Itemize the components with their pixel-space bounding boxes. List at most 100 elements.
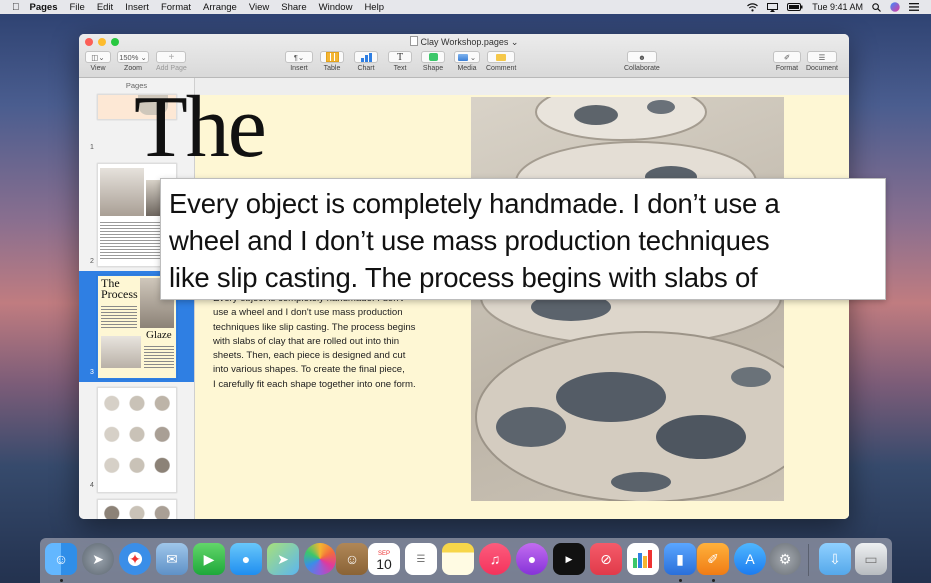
thumbnail-heading: The Process	[101, 277, 138, 300]
battery-icon[interactable]	[787, 3, 803, 11]
page-number: 2	[90, 258, 94, 265]
collaborate-tool[interactable]: ☻ Collaborate	[624, 51, 660, 72]
menubar-clock[interactable]: Tue 9:41 AM	[812, 2, 863, 12]
hover-text-line: Every object is completely handmade. I d…	[169, 188, 780, 219]
menu-bar:  Pages File Edit Insert Format Arrange …	[0, 0, 931, 14]
app-store-icon[interactable]: A	[734, 543, 766, 575]
paintbrush-icon: ✐	[783, 52, 791, 62]
text-tool[interactable]: T Text	[388, 51, 412, 72]
numbers-icon[interactable]	[627, 543, 659, 575]
running-indicator	[679, 579, 682, 582]
wifi-icon[interactable]	[747, 2, 759, 12]
running-indicator	[712, 579, 715, 582]
maps-icon[interactable]: ➤	[267, 543, 299, 575]
body-text[interactable]: Every object is completely handmade. I d…	[213, 292, 433, 392]
keynote-icon[interactable]: ▮	[664, 543, 696, 575]
view-tool[interactable]: ◫⌄ View	[85, 51, 111, 72]
menu-share[interactable]: Share	[281, 2, 306, 13]
page-number: 1	[90, 144, 94, 151]
comment-tool[interactable]: Comment	[486, 51, 516, 72]
downloads-icon[interactable]: ⇩	[819, 543, 851, 575]
zoom-select[interactable]: 150% ⌄	[117, 51, 149, 63]
podcasts-icon[interactable]: ●	[516, 543, 548, 575]
media-tool[interactable]: ⌄ Media	[454, 51, 480, 72]
chart-icon	[360, 52, 372, 62]
format-tool[interactable]: ✐ Format	[773, 51, 801, 72]
document-label: Document	[806, 65, 838, 72]
window-title[interactable]: Clay Workshop.pages ⌄	[79, 36, 849, 48]
menu-insert[interactable]: Insert	[125, 2, 149, 13]
menu-view[interactable]: View	[249, 2, 269, 13]
photos-icon[interactable]	[304, 543, 336, 575]
system-preferences-icon[interactable]: ⚙	[769, 543, 801, 575]
table-button[interactable]	[320, 51, 344, 63]
trash-icon[interactable]: ▭	[855, 543, 887, 575]
media-icon	[457, 53, 468, 61]
news-icon[interactable]: ⊘	[590, 543, 622, 575]
chart-button[interactable]	[354, 51, 378, 63]
chart-label: Chart	[357, 65, 375, 72]
calendar-day: 10	[376, 556, 392, 572]
text-button[interactable]: T	[388, 51, 412, 63]
format-button[interactable]: ✐	[773, 51, 801, 63]
zoom-tool[interactable]: 150% ⌄ Zoom	[117, 51, 149, 72]
add-page-tool[interactable]: + Add Page	[156, 51, 187, 72]
mail-icon[interactable]: ✉	[156, 543, 188, 575]
page-number: 3	[90, 369, 94, 376]
pages-icon[interactable]: ✐	[697, 543, 729, 575]
document-icon	[409, 36, 418, 46]
facetime-icon[interactable]: ▶	[193, 543, 225, 575]
messages-icon[interactable]: ●	[230, 543, 262, 575]
thumbnail-text	[144, 344, 174, 368]
chart-tool[interactable]: Chart	[354, 51, 378, 72]
page-thumbnail-5[interactable]	[97, 499, 177, 519]
thumbnail-text	[101, 304, 137, 328]
add-page-label: Add Page	[156, 65, 187, 72]
siri-icon[interactable]	[890, 2, 900, 12]
safari-icon[interactable]: ✦	[119, 543, 151, 575]
contacts-icon[interactable]: ☺	[336, 543, 368, 575]
calendar-icon[interactable]: SEP 10	[368, 543, 400, 575]
insert-tool[interactable]: ¶⌄ Insert	[285, 51, 313, 72]
menu-file[interactable]: File	[70, 2, 85, 13]
text-label: Text	[393, 65, 407, 72]
media-button[interactable]: ⌄	[454, 51, 480, 63]
music-icon[interactable]: ♫	[479, 543, 511, 575]
notification-center-icon[interactable]	[909, 3, 919, 11]
finder-icon[interactable]: ☺	[45, 543, 77, 575]
notes-icon[interactable]	[442, 543, 474, 575]
view-label: View	[90, 65, 106, 72]
table-tool[interactable]: Table	[320, 51, 344, 72]
apple-menu-icon[interactable]: 	[12, 2, 20, 13]
shape-tool[interactable]: Shape	[421, 51, 445, 72]
chevron-down-icon: ⌄	[510, 37, 519, 47]
dock: ☺ ➤ ✦ ✉ ▶ ● ➤ ☺ SEP 10 ☰ ♫ ● ▶ ⊘ ▮ ✐ A ⚙…	[40, 538, 892, 583]
collaborate-label: Collaborate	[624, 65, 660, 72]
menu-help[interactable]: Help	[364, 2, 384, 13]
menu-window[interactable]: Window	[319, 2, 353, 13]
page-heading[interactable]: The	[134, 84, 267, 172]
body-text-line: use a wheel and I don't use mass product…	[213, 307, 403, 319]
spotlight-search-icon[interactable]	[872, 2, 881, 12]
tv-icon[interactable]: ▶	[553, 543, 585, 575]
reminders-icon[interactable]: ☰	[405, 543, 437, 575]
dock-separator	[808, 544, 809, 576]
shape-button[interactable]	[421, 51, 445, 63]
comment-button[interactable]	[487, 51, 516, 63]
insert-button[interactable]: ¶⌄	[285, 51, 313, 63]
menu-format[interactable]: Format	[161, 2, 191, 13]
add-page-button[interactable]: +	[156, 51, 187, 63]
collaborate-button[interactable]: ☻	[626, 51, 657, 63]
sidebar-view-icon: ◫⌄	[91, 52, 105, 62]
view-button[interactable]: ◫⌄	[85, 51, 111, 63]
airplay-icon[interactable]	[767, 2, 779, 12]
body-text-line: I carefully fit each shape together into…	[213, 378, 416, 390]
launchpad-icon[interactable]: ➤	[82, 543, 114, 575]
menu-app-name[interactable]: Pages	[30, 2, 58, 13]
document-button[interactable]: ☰	[806, 51, 837, 63]
page-thumbnail-4[interactable]	[97, 387, 177, 493]
text-box-icon: T	[396, 51, 404, 63]
menu-edit[interactable]: Edit	[97, 2, 113, 13]
document-tool[interactable]: ☰ Document	[806, 51, 838, 72]
menu-arrange[interactable]: Arrange	[203, 2, 237, 13]
